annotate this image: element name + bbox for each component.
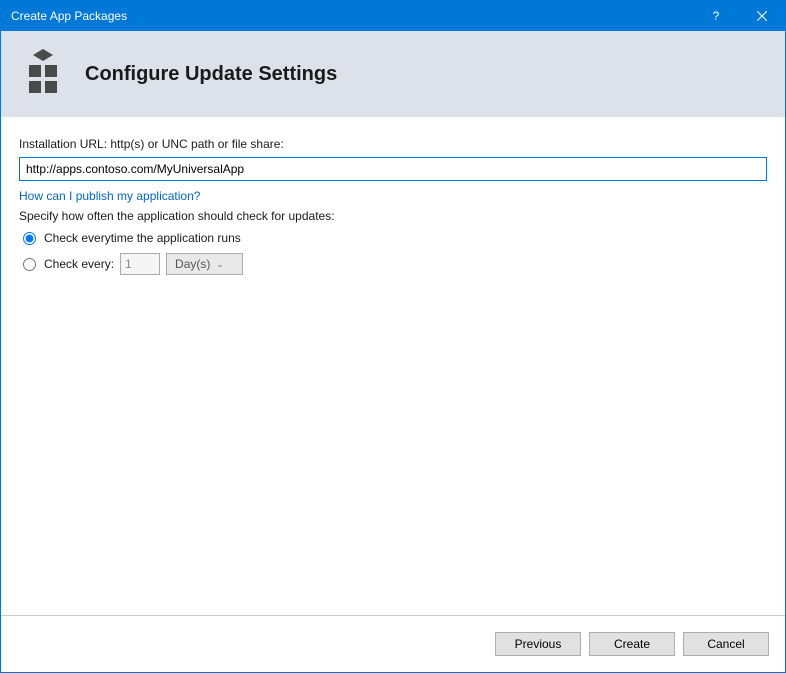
footer: Previous Create Cancel bbox=[1, 615, 785, 671]
radio-everytime-row[interactable]: Check everytime the application runs bbox=[19, 231, 767, 245]
update-frequency-label: Specify how often the application should… bbox=[19, 209, 767, 223]
interval-value-input[interactable] bbox=[120, 253, 160, 275]
chevron-down-icon: ⌄ bbox=[216, 259, 224, 270]
radio-interval-label: Check every: bbox=[44, 257, 114, 271]
previous-button[interactable]: Previous bbox=[495, 632, 581, 656]
help-icon: ? bbox=[713, 9, 720, 23]
radio-interval[interactable] bbox=[23, 258, 36, 271]
create-button[interactable]: Create bbox=[589, 632, 675, 656]
interval-unit-label: Day(s) bbox=[175, 257, 210, 271]
content-area: Installation URL: http(s) or UNC path or… bbox=[1, 117, 785, 615]
radio-interval-target[interactable]: Check every: bbox=[23, 257, 114, 271]
radio-interval-row: Check every: Day(s) ⌄ bbox=[19, 253, 767, 275]
radio-everytime[interactable] bbox=[23, 232, 36, 245]
url-label: Installation URL: http(s) or UNC path or… bbox=[19, 137, 767, 151]
window-title: Create App Packages bbox=[11, 9, 693, 23]
wizard-header: Configure Update Settings bbox=[1, 31, 785, 117]
interval-unit-select[interactable]: Day(s) ⌄ bbox=[166, 253, 243, 275]
close-button[interactable] bbox=[739, 1, 785, 31]
cancel-button[interactable]: Cancel bbox=[683, 632, 769, 656]
page-heading: Configure Update Settings bbox=[85, 63, 337, 86]
installation-url-input[interactable] bbox=[19, 157, 767, 181]
package-icon bbox=[19, 49, 67, 100]
radio-everytime-label: Check everytime the application runs bbox=[44, 231, 241, 245]
help-button[interactable]: ? bbox=[693, 1, 739, 31]
titlebar: Create App Packages ? bbox=[1, 1, 785, 31]
publish-help-link[interactable]: How can I publish my application? bbox=[19, 189, 200, 203]
close-icon bbox=[757, 11, 767, 21]
